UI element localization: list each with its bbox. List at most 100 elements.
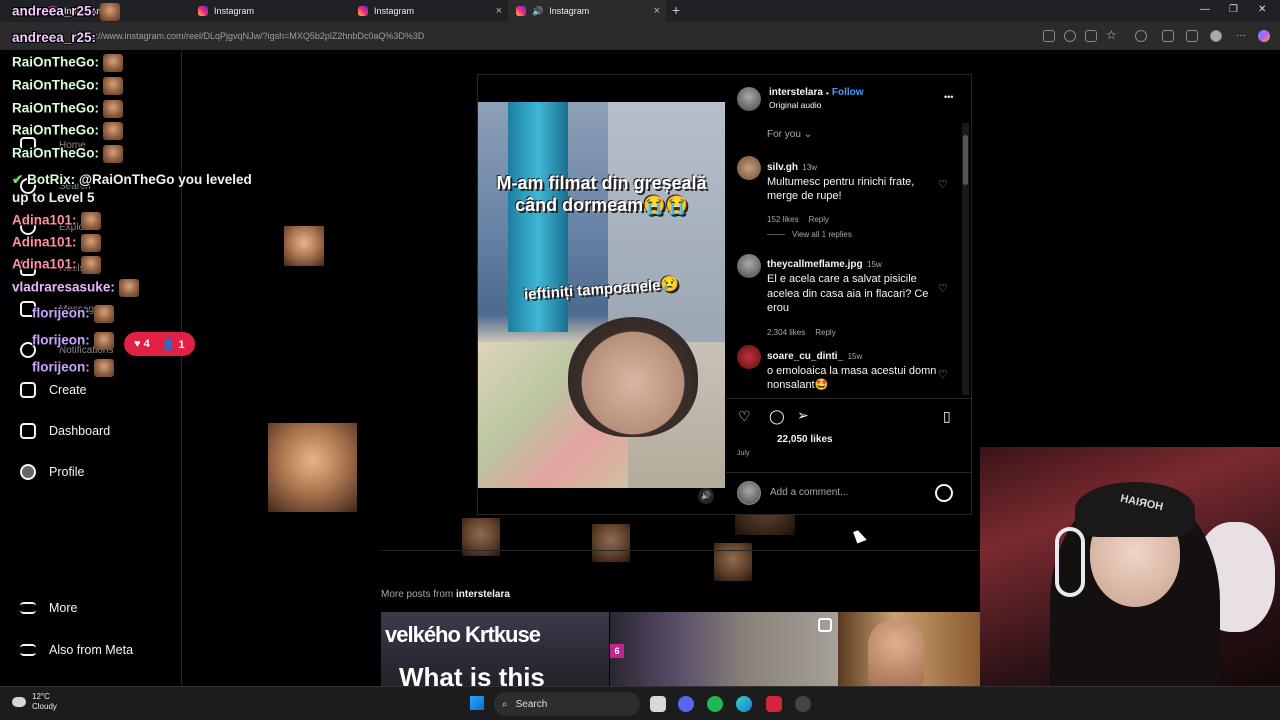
discord-icon[interactable] [678, 696, 694, 712]
close-window-button[interactable]: ✕ [1258, 4, 1266, 15]
refresh-icon[interactable] [1135, 30, 1147, 42]
restore-button[interactable]: ❐ [1229, 4, 1238, 15]
task-view-icon[interactable] [650, 696, 666, 712]
likes-count: ♥ 4 [134, 338, 150, 350]
comment-likes[interactable]: 2,304 likes [767, 328, 805, 337]
chat-message: RaiOnTheGo: [12, 77, 123, 95]
chat-message: RaiOnTheGo: [12, 122, 123, 140]
comment-icon[interactable]: ◯ [769, 408, 785, 425]
follow-button[interactable]: Follow [832, 87, 864, 98]
browser-tab[interactable]: Instagram [190, 0, 348, 22]
view-replies-button[interactable]: View all 1 replies [792, 230, 852, 239]
audio-toggle-icon[interactable]: 🔊 [698, 488, 714, 504]
menu-icon [20, 602, 36, 614]
more-post-thumbnail[interactable]: velkého Krtkuse What is this [381, 612, 609, 686]
edge-browser-icon[interactable] [736, 696, 752, 712]
chat-message: Adina101: [12, 256, 101, 274]
streamer-webcam: НАІЯОН [980, 447, 1280, 686]
author-avatar[interactable] [737, 87, 761, 111]
emote-icon [93, 359, 114, 377]
share-icon[interactable]: ➢ [797, 407, 809, 424]
comment-heart-icon[interactable]: ♡ [938, 282, 948, 295]
emote-icon [103, 100, 123, 118]
streaming-app-icon[interactable] [766, 696, 782, 712]
like-heart-icon[interactable]: ♡ [738, 408, 751, 425]
comment-avatar[interactable] [737, 254, 761, 278]
comment: theycallmeflame.jpg 15w El e acela care … [767, 259, 929, 337]
floating-emote-icon [268, 423, 357, 512]
more-posts-heading: More posts from interstelara [381, 589, 510, 600]
chevron-down-icon: ⌄ [803, 129, 813, 140]
minimize-button[interactable]: — [1200, 4, 1210, 15]
comment-heart-icon[interactable]: ♡ [938, 178, 948, 191]
emote-icon [103, 54, 123, 72]
reply-button[interactable]: Reply [815, 328, 835, 337]
search-icon: ⌕ [502, 698, 508, 710]
meta-icon [20, 644, 36, 656]
url-field[interactable]: https://www.instagram.com/reel/DLqPjgvqN… [76, 31, 424, 41]
favorite-star-icon[interactable]: ☆ [1106, 28, 1118, 42]
close-tab-icon[interactable]: × [496, 5, 502, 17]
spotify-icon[interactable] [707, 696, 723, 712]
taskbar-search[interactable]: ⌕ Search [494, 692, 640, 716]
obs-icon[interactable] [795, 696, 811, 712]
notification-pill[interactable]: ♥ 4 👤 1 [124, 332, 195, 356]
windows-start-icon[interactable] [470, 696, 484, 710]
audio-label[interactable]: Original audio [769, 100, 821, 110]
more-post-thumbnail[interactable] [838, 612, 980, 686]
sidebar-item-create[interactable]: Create [20, 382, 87, 398]
emote-icon [93, 305, 114, 323]
emote-icon [103, 145, 123, 163]
comment-avatar[interactable] [737, 156, 761, 180]
chat-message: RaiOnTheGo: [12, 54, 123, 72]
headphones-icon [1055, 527, 1085, 597]
more-post-thumbnail[interactable]: 6 [610, 612, 838, 686]
chat-message: andreea_r25: [12, 30, 97, 45]
sidebar-item-more[interactable]: More [20, 601, 77, 615]
author-username[interactable]: interstelara [769, 87, 823, 98]
favorites-icon[interactable] [1186, 30, 1198, 42]
reel-video[interactable]: M-am filmat din greșeală când dormeam😭😭 … [478, 102, 725, 488]
split-screen-icon[interactable] [1043, 30, 1055, 42]
add-comment-input[interactable]: Add a comment... [770, 487, 848, 498]
profile-avatar[interactable] [1210, 30, 1222, 42]
likes-count[interactable]: 22,050 likes [777, 434, 833, 445]
comments-scrollbar[interactable] [962, 123, 969, 395]
more-posts-author[interactable]: interstelara [456, 589, 510, 600]
new-tab-button[interactable]: + [672, 2, 680, 18]
more-options-icon[interactable]: ··· [1236, 30, 1248, 42]
dashboard-icon [20, 423, 36, 439]
emoji-icon[interactable] [935, 484, 953, 502]
comment-likes[interactable]: 152 likes [767, 215, 799, 224]
copilot-icon[interactable] [1258, 30, 1270, 42]
reply-button[interactable]: Reply [809, 215, 829, 224]
comment-heart-icon[interactable]: ♡ [938, 368, 948, 381]
sidebar-item-dashboard[interactable]: Dashboard [20, 423, 110, 439]
extensions-icon[interactable] [1162, 30, 1174, 42]
followers-count: 👤 1 [161, 338, 185, 351]
bookmark-icon[interactable]: ▯ [943, 408, 951, 425]
browser-tab[interactable]: Instagram × [350, 0, 508, 22]
browser-tab-active[interactable]: 🔊 Instagram × [508, 0, 666, 22]
comment: soare_cu_dinti_ 15w o emoloaica la masa … [767, 351, 937, 391]
chat-message: RaiOnTheGo: [12, 100, 123, 118]
chat-message: Adina101: [12, 234, 101, 252]
current-user-avatar [737, 481, 761, 505]
sidebar-item-profile[interactable]: Profile [20, 464, 84, 480]
chat-message: andreea_r25: [12, 3, 121, 21]
chat-message: florijeon: [32, 359, 114, 377]
speaker-icon[interactable]: 🔊 [532, 6, 543, 17]
more-options-icon[interactable]: ••• [944, 92, 953, 102]
close-tab-icon[interactable]: × [654, 5, 660, 17]
emote-icon [103, 77, 123, 95]
comment-avatar[interactable] [737, 345, 761, 369]
sidebar-item-also-from-meta[interactable]: Also from Meta [20, 643, 133, 657]
zoom-icon[interactable] [1064, 30, 1076, 42]
chat-message: florijeon: [32, 305, 114, 323]
weather-widget[interactable]: 12°C Cloudy [12, 692, 57, 712]
read-aloud-icon[interactable] [1085, 30, 1097, 42]
comment-filter-dropdown[interactable]: For you ⌄ [767, 129, 812, 140]
floating-emote-icon [592, 524, 630, 562]
chat-message: Adina101: [12, 212, 101, 230]
emote-icon [80, 234, 101, 252]
